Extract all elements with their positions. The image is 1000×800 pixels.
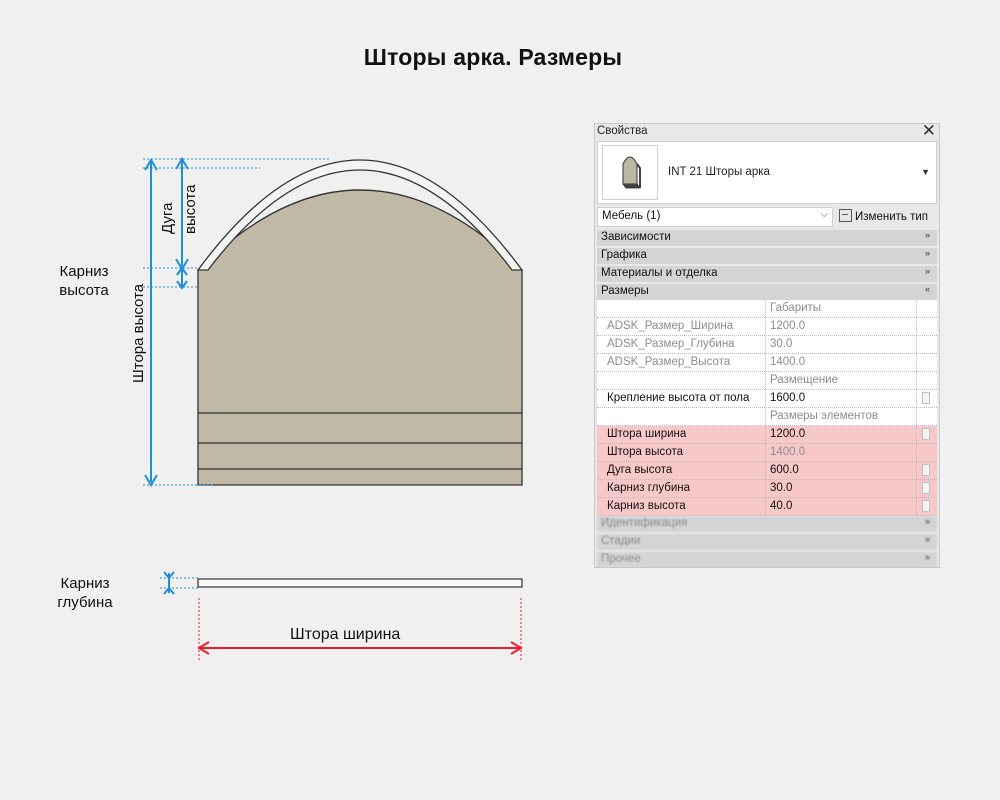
parameter-button[interactable] bbox=[922, 482, 930, 494]
edit-type-icon bbox=[839, 209, 852, 222]
type-selector[interactable]: INT 21 Шторы арка ▼ bbox=[597, 141, 937, 204]
section-row: Размеры элементов bbox=[597, 408, 937, 426]
curtain-arch-body bbox=[197, 189, 523, 486]
label-shtora-vysota: Штора высота bbox=[130, 283, 147, 383]
table-row: ADSK_Размер_Высота 1400.0 bbox=[597, 354, 937, 372]
instance-filter-select[interactable]: Мебель (1) ⌵ bbox=[597, 207, 833, 227]
close-icon[interactable]: ✕ bbox=[922, 124, 936, 141]
chevron-down-icon: ⌵ bbox=[820, 209, 828, 220]
edit-type-label: Изменить тип bbox=[855, 211, 928, 223]
parameter-button[interactable] bbox=[922, 464, 930, 476]
label-karniz-glubina: Карниз глубина bbox=[57, 575, 113, 611]
category-graphics[interactable]: Графика» bbox=[597, 248, 937, 265]
panel-header: Свойства ✕ bbox=[595, 124, 939, 140]
type-dropdown-icon[interactable]: ▼ bbox=[921, 167, 930, 177]
label-duga: Дуга bbox=[159, 202, 176, 234]
table-row-highlight[interactable]: Штора ширина 1200.0 bbox=[597, 426, 937, 444]
edit-type-button[interactable]: Изменить тип bbox=[839, 209, 928, 223]
label-vysota: высота bbox=[182, 184, 199, 234]
expand-icon: » bbox=[924, 266, 930, 276]
category-dimensions[interactable]: Размеры « bbox=[597, 284, 937, 301]
table-row[interactable]: Крепление высота от пола 1600.0 bbox=[597, 390, 937, 408]
collapse-icon: « bbox=[924, 284, 930, 294]
filter-row: Мебель (1) ⌵ Изменить тип bbox=[597, 207, 939, 227]
expand-icon: » bbox=[924, 248, 930, 258]
category-phasing[interactable]: Стадии» bbox=[597, 534, 937, 551]
label-karniz-vysota: Карниз высота bbox=[59, 263, 109, 299]
cornice-top-view bbox=[197, 578, 523, 588]
type-name: INT 21 Шторы арка bbox=[668, 166, 770, 178]
expand-icon: » bbox=[924, 230, 930, 240]
category-materials[interactable]: Материалы и отделка» bbox=[597, 266, 937, 283]
dimension-karniz-vysota bbox=[176, 266, 188, 290]
parameter-button[interactable] bbox=[922, 392, 930, 404]
category-other[interactable]: Прочее» bbox=[597, 552, 937, 567]
parameter-button[interactable] bbox=[922, 500, 930, 512]
panel-title: Свойства bbox=[597, 125, 648, 137]
label-shtora-shirina: Штора ширина bbox=[290, 626, 401, 643]
type-thumbnail bbox=[602, 145, 658, 200]
section-row: Размещение bbox=[597, 372, 937, 390]
table-row: ADSK_Размер_Глубина 30.0 bbox=[597, 336, 937, 354]
parameter-button[interactable] bbox=[922, 428, 930, 440]
category-constraints[interactable]: Зависимости» bbox=[597, 230, 937, 247]
section-row: Габариты bbox=[597, 300, 937, 318]
table-row-highlight[interactable]: Карниз глубина 30.0 bbox=[597, 480, 937, 498]
properties-table: Габариты ADSK_Размер_Ширина 1200.0 ADSK_Р… bbox=[597, 300, 937, 516]
dimension-karniz-glubina bbox=[163, 571, 175, 595]
filter-value: Мебель (1) bbox=[602, 210, 661, 222]
table-row-highlight: Штора высота 1400.0 bbox=[597, 444, 937, 462]
properties-panel: Свойства ✕ INT 21 Шторы арка ▼ Мебель (1… bbox=[594, 123, 940, 568]
table-row: ADSK_Размер_Ширина 1200.0 bbox=[597, 318, 937, 336]
category-identity[interactable]: Идентификация» bbox=[597, 516, 937, 533]
table-row-highlight[interactable]: Карниз высота 40.0 bbox=[597, 498, 937, 516]
table-row-highlight[interactable]: Дуга высота 600.0 bbox=[597, 462, 937, 480]
